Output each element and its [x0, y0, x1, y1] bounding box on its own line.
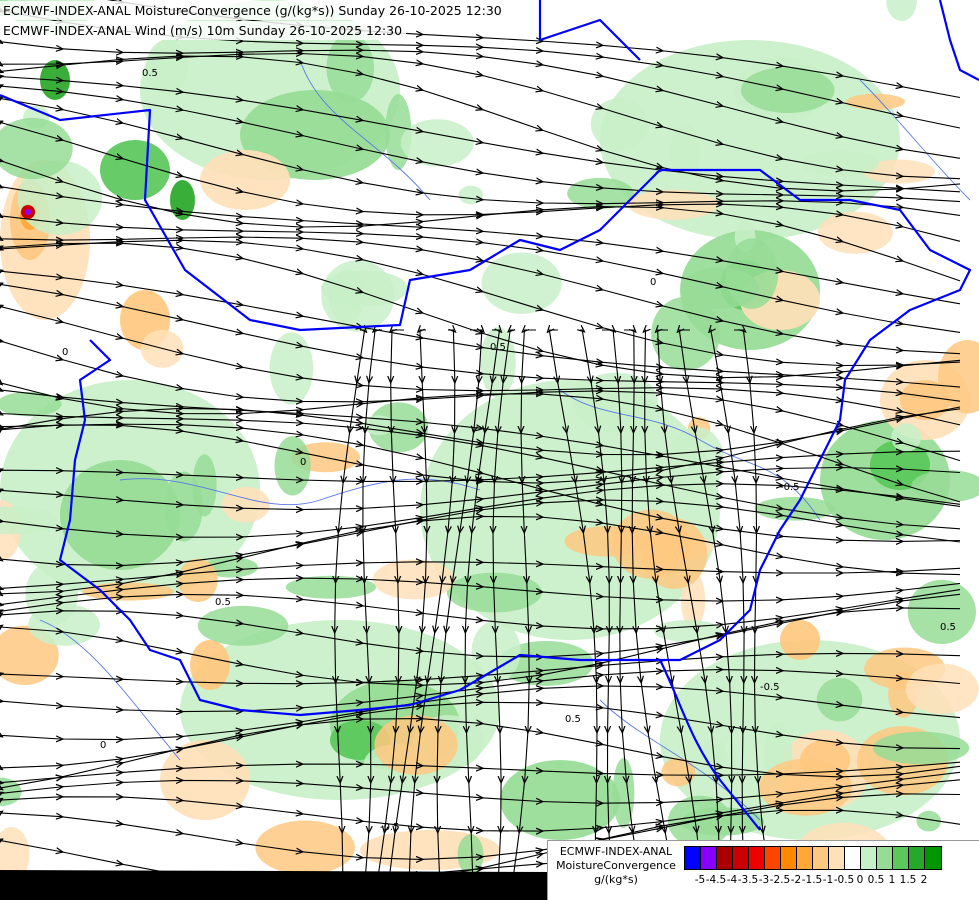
- map-title-wind: ECMWF-INDEX-ANAL Wind (m/s) 10m Sunday 2…: [0, 21, 407, 40]
- legend-swatch: [925, 847, 941, 869]
- contour-label: 0.5: [142, 68, 158, 79]
- color-legend: ECMWF-INDEX-ANAL MoistureConvergence g/(…: [547, 840, 979, 900]
- field-patch: [269, 332, 314, 405]
- field-patch: [28, 603, 100, 646]
- field-patch: [458, 185, 484, 205]
- legend-swatch: [845, 847, 861, 869]
- contour-label: 0.5: [490, 342, 506, 353]
- outside-domain-area: [0, 870, 560, 900]
- legend-swatch: [733, 847, 749, 869]
- contour-label: -0.5: [760, 682, 780, 693]
- contour-label: 0.5: [215, 597, 231, 608]
- contour-label: 0.5: [565, 714, 581, 725]
- map-view[interactable]: 0.5 0 -0.5 0.5 0 0.5 -0.5 0 0.5 0.5 0 -0.5 ECMWF-IN…: [0, 0, 979, 900]
- map-title-moisture: ECMWF-INDEX-ANAL MoistureConvergence (g/…: [0, 1, 506, 20]
- field-patch: [164, 471, 203, 542]
- field-patch: [328, 269, 365, 324]
- field-patch: [817, 211, 893, 254]
- field-patch: [481, 252, 562, 314]
- legend-tick: -3: [758, 874, 770, 886]
- field-patch: [907, 579, 976, 644]
- contour-label: -0.5: [780, 482, 800, 493]
- legend-swatch: [861, 847, 877, 869]
- legend-swatch: [765, 847, 781, 869]
- legend-model: ECMWF-INDEX-ANAL: [559, 845, 673, 858]
- field-patch: [816, 677, 863, 722]
- legend-tick: 0.5: [867, 874, 885, 886]
- legend-unit: g/(kg*s): [594, 873, 638, 886]
- legend-swatch: [893, 847, 909, 869]
- contour-label: 0: [650, 277, 656, 288]
- contour-label: -0.5: [380, 822, 400, 833]
- field-patch: [653, 619, 722, 642]
- field-patch: [905, 663, 979, 714]
- field-patch: [590, 98, 648, 150]
- legend-color-scale: [684, 846, 942, 870]
- legend-swatch: [829, 847, 845, 869]
- legend-tick: -1: [822, 874, 834, 886]
- legend-swatch: [813, 847, 829, 869]
- legend-swatch: [781, 847, 797, 869]
- contour-label: 0: [62, 347, 68, 358]
- legend-label: ECMWF-INDEX-ANAL MoistureConvergence g/(…: [552, 845, 680, 887]
- field-patch: [60, 460, 180, 570]
- legend-swatch: [701, 847, 717, 869]
- field-patch: [651, 296, 721, 371]
- map-canvas[interactable]: 0.50-0.50.500.5-0.500.50.50-0.5: [0, 0, 979, 900]
- legend-tick: -2: [790, 874, 802, 886]
- legend-tick: -2.5: [769, 874, 791, 886]
- legend-swatch: [749, 847, 765, 869]
- legend-swatch: [717, 847, 733, 869]
- legend-tick: 0: [856, 874, 864, 886]
- field-patch: [221, 486, 270, 523]
- legend-tick: -4.5: [705, 874, 727, 886]
- field-patch: [200, 150, 290, 210]
- legend-tick: 1.5: [899, 874, 917, 886]
- field-patch: [197, 605, 289, 646]
- contour-label: 0.5: [940, 622, 956, 633]
- legend-tick: 1: [888, 874, 896, 886]
- legend-swatch: [909, 847, 925, 869]
- legend-tick: 2: [920, 874, 928, 886]
- contour-label: 0: [300, 457, 306, 468]
- field-patch: [725, 238, 779, 309]
- legend-swatch: [797, 847, 813, 869]
- legend-tick: -5: [694, 874, 706, 886]
- legend-tick: -1.5: [801, 874, 823, 886]
- legend-swatch: [877, 847, 893, 869]
- field-patch: [567, 177, 634, 209]
- legend-tick: -4: [726, 874, 738, 886]
- legend-tick-labels: -5 -4.5 -4 -3.5 -3 -2.5 -2 -1.5 -1 -0.5 0 0.5 1 1.5 2: [684, 874, 979, 888]
- field-peak: [25, 209, 31, 215]
- legend-parameter: MoistureConvergence: [556, 859, 676, 872]
- legend-tick: -0.5: [833, 874, 855, 886]
- legend-tick: -3.5: [737, 874, 759, 886]
- legend-swatch: [685, 847, 701, 869]
- contour-label: 0: [100, 740, 106, 751]
